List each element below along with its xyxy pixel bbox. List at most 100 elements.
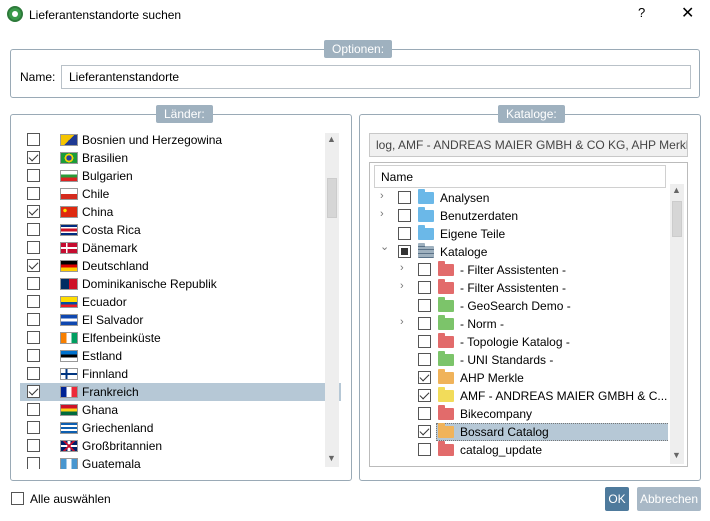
country-row[interactable]: Guatemala [20, 455, 341, 469]
help-button[interactable]: ? [638, 5, 645, 20]
catalog-row[interactable]: - UNI Standards - [372, 351, 668, 369]
country-row[interactable]: Dänemark [20, 239, 341, 257]
country-checkbox[interactable] [27, 259, 40, 272]
country-checkbox[interactable] [27, 205, 40, 218]
expand-chevron-icon[interactable]: › [380, 190, 384, 202]
country-row[interactable]: Ghana [20, 401, 341, 419]
country-checkbox[interactable] [27, 223, 40, 236]
country-checkbox[interactable] [27, 349, 40, 362]
country-checkbox[interactable] [27, 439, 40, 452]
country-row[interactable]: Dominikanische Republik [20, 275, 341, 293]
catalog-checkbox[interactable] [418, 263, 431, 276]
catalog-checkbox[interactable] [418, 335, 431, 348]
country-row[interactable]: Costa Rica [20, 221, 341, 239]
country-row[interactable]: Bulgarien [20, 167, 341, 185]
catalog-checkbox[interactable] [418, 407, 431, 420]
country-row[interactable]: Ecuador [20, 293, 341, 311]
scroll-thumb[interactable] [327, 178, 337, 218]
collapse-chevron-icon[interactable]: ⌄ [380, 240, 389, 253]
country-row[interactable]: Elfenbeinküste [20, 329, 341, 347]
catalog-checkbox[interactable] [398, 227, 411, 240]
country-row[interactable]: Großbritannien [20, 437, 341, 455]
country-row[interactable]: Finnland [20, 365, 341, 383]
catalog-checkbox[interactable] [398, 191, 411, 204]
catalog-row[interactable]: catalog_update [372, 441, 668, 459]
catalog-checkbox[interactable] [418, 317, 431, 330]
country-checkbox[interactable] [27, 169, 40, 182]
catalog-row[interactable]: - Topologie Katalog - [372, 333, 668, 351]
close-icon[interactable]: ✕ [681, 3, 694, 23]
scroll-up-icon[interactable]: ▲ [672, 185, 681, 195]
country-list[interactable]: Bosnien und Herzegowina Brasilien Bulgarie… [20, 131, 341, 469]
country-checkbox[interactable] [27, 331, 40, 344]
country-row[interactable]: Brasilien [20, 149, 341, 167]
column-header-name[interactable]: Name [374, 165, 666, 188]
scroll-down-icon[interactable]: ▼ [672, 450, 681, 460]
catalog-label: - Norm - [460, 317, 504, 331]
expand-chevron-icon[interactable]: › [400, 262, 404, 274]
catalog-checkbox[interactable] [398, 209, 411, 222]
country-checkbox[interactable] [27, 367, 40, 380]
name-input[interactable]: Lieferantenstandorte [61, 65, 691, 89]
country-checkbox[interactable] [27, 403, 40, 416]
country-checkbox[interactable] [27, 277, 40, 290]
country-checkbox[interactable] [27, 133, 40, 146]
catalog-label: - Filter Assistenten - [460, 281, 567, 295]
scroll-down-icon[interactable]: ▼ [327, 453, 336, 463]
scroll-up-icon[interactable]: ▲ [327, 134, 336, 144]
country-checkbox[interactable] [27, 187, 40, 200]
catalog-row[interactable]: › - Filter Assistenten - [372, 279, 668, 297]
country-label: Brasilien [82, 151, 129, 165]
country-row[interactable]: Deutschland [20, 257, 341, 275]
country-flag-icon [60, 152, 78, 164]
country-row[interactable]: El Salvador [20, 311, 341, 329]
expand-chevron-icon[interactable]: › [400, 280, 404, 292]
catalog-checkbox[interactable] [418, 299, 431, 312]
catalog-row[interactable]: › - Filter Assistenten - [372, 261, 668, 279]
country-checkbox[interactable] [27, 385, 40, 398]
country-row[interactable]: Chile [20, 185, 341, 203]
country-row[interactable]: Frankreich [20, 383, 341, 401]
catalog-row[interactable]: › - Norm - [372, 315, 668, 333]
folder-icon [438, 315, 454, 330]
catalog-checkbox[interactable] [418, 281, 431, 294]
expand-chevron-icon[interactable]: › [380, 208, 384, 220]
ok-button[interactable]: OK [605, 487, 629, 511]
catalog-row[interactable]: AHP Merkle [372, 369, 668, 387]
country-checkbox[interactable] [27, 313, 40, 326]
country-checkbox[interactable] [27, 151, 40, 164]
catalog-tree[interactable]: › Analysen › Benutzerdaten Eigene Teile ⌄ Kata… [372, 189, 668, 465]
catalog-row[interactable]: ⌄ Kataloge [372, 240, 668, 261]
catalog-checkbox[interactable] [418, 425, 431, 438]
country-checkbox[interactable] [27, 457, 40, 469]
country-scrollbar[interactable]: ▲ ▼ [325, 133, 339, 467]
catalog-row[interactable]: AMF - ANDREAS MAIER GMBH & C... [372, 387, 668, 405]
country-checkbox[interactable] [27, 241, 40, 254]
country-flag-icon [60, 296, 78, 308]
country-row[interactable]: Bosnien und Herzegowina [20, 131, 341, 149]
country-label: Dominikanische Republik [82, 277, 217, 291]
country-checkbox[interactable] [27, 421, 40, 434]
country-row[interactable]: Griechenland [20, 419, 341, 437]
catalog-row[interactable]: - GeoSearch Demo - [372, 297, 668, 315]
cancel-button[interactable]: Abbrechen [637, 487, 701, 511]
catalog-row[interactable]: › Benutzerdaten [372, 207, 668, 225]
catalog-checkbox[interactable] [398, 245, 411, 258]
scroll-thumb[interactable] [672, 201, 682, 237]
catalog-row[interactable]: Eigene Teile [372, 225, 668, 243]
catalog-checkbox[interactable] [418, 371, 431, 384]
country-checkbox[interactable] [27, 295, 40, 308]
catalog-row[interactable]: Bossard Catalog [372, 423, 668, 441]
catalog-row[interactable]: Bikecompany [372, 405, 668, 423]
catalog-checkbox[interactable] [418, 353, 431, 366]
country-row[interactable]: China [20, 203, 341, 221]
select-all-checkbox[interactable] [11, 492, 24, 505]
catalog-row[interactable]: › Analysen [372, 189, 668, 207]
catalog-checkbox[interactable] [418, 443, 431, 456]
country-row[interactable]: Estland [20, 347, 341, 365]
country-label: Dänemark [82, 241, 138, 255]
catalog-checkbox[interactable] [418, 389, 431, 402]
catalog-scrollbar[interactable]: ▲ ▼ [670, 184, 684, 464]
country-flag-icon [60, 134, 78, 146]
expand-chevron-icon[interactable]: › [400, 316, 404, 328]
